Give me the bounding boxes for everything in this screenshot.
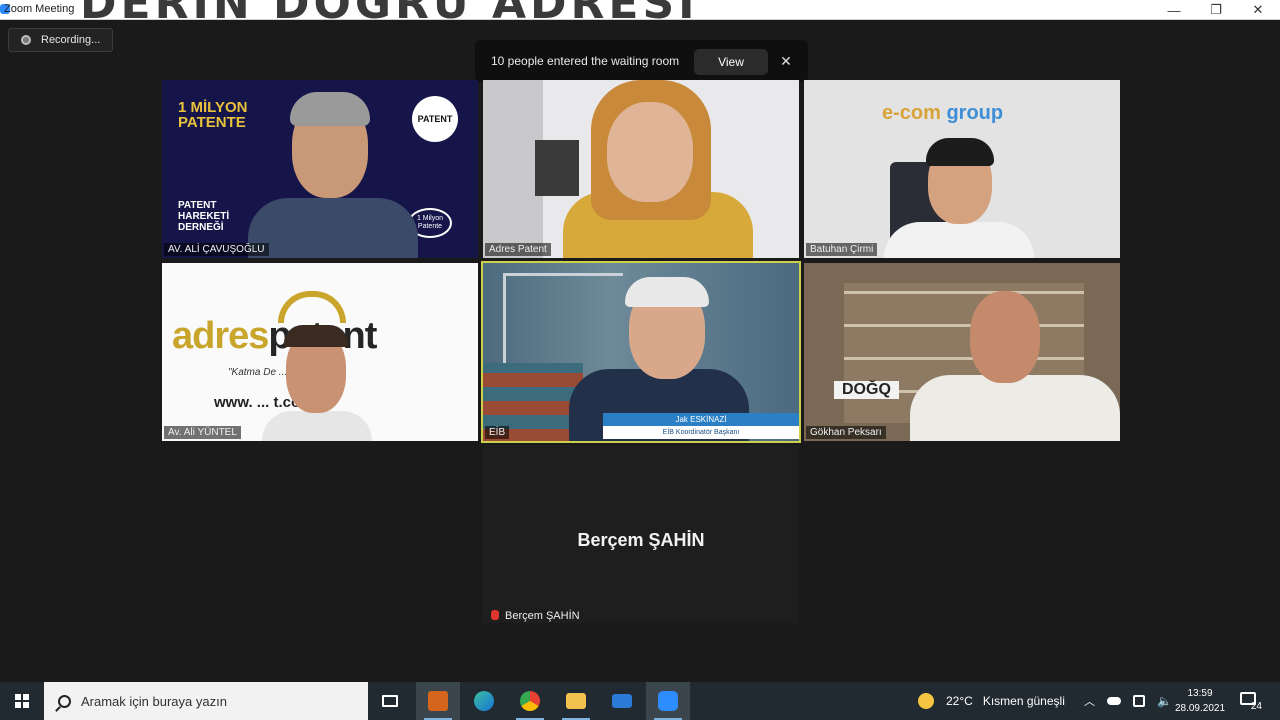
waiting-room-notification: 10 people entered the waiting room View … <box>475 40 808 82</box>
video-tile-gokhan-peksari[interactable]: DOĞQ Gökhan Peksarı <box>804 263 1120 441</box>
participant-name: Av. Ali YÜNTEL <box>164 426 241 439</box>
video-tile-eib-active-speaker[interactable]: Jak ESKİNAZİ EİB Koordinatör Başkanı EİB <box>481 261 801 443</box>
dogo-sign: DOĞQ <box>834 381 899 399</box>
windows-logo-icon <box>15 694 29 708</box>
participant-name: Adres Patent <box>485 243 551 256</box>
poster-subtitle: PATENT HAREKETİ DERNEĞİ <box>178 200 230 233</box>
notification-count: 24 <box>1250 701 1262 712</box>
waiting-room-message: 10 people entered the waiting room <box>491 54 680 68</box>
maximize-button[interactable]: ❐ <box>1194 0 1238 20</box>
record-icon <box>21 35 31 45</box>
view-waiting-room-button[interactable]: View <box>694 49 768 75</box>
video-tile-batuhan-cirmi[interactable]: e-com group Batuhan Çirmi <box>804 80 1120 258</box>
windows-taskbar: Aramak için buraya yazın 22°C Kısmen gün… <box>0 682 1280 720</box>
meeting-area: Recording... 10 people entered the waiti… <box>0 20 1280 682</box>
video-tile-ali-yuntel[interactable]: adrespatent "Katma De ... not Merkezi" w… <box>162 263 478 441</box>
caption-name: Jak ESKİNAZİ <box>603 413 799 426</box>
close-window-button[interactable]: ✕ <box>1236 0 1280 20</box>
mail-icon <box>612 694 632 708</box>
edge-icon <box>474 691 494 711</box>
video-tile-adres-patent[interactable]: Adres Patent <box>483 80 799 258</box>
window-titlebar: DERİN DOĞRU ADRESİ Zoom Meeting — ❐ ✕ <box>0 0 1280 29</box>
network-icon[interactable] <box>1133 695 1145 707</box>
notification-center-button[interactable]: 24 <box>1236 690 1262 712</box>
weather-description: Kısmen güneşli <box>982 694 1065 708</box>
minimize-button[interactable]: — <box>1152 0 1196 20</box>
outlook-icon <box>428 691 448 711</box>
cloud-icon[interactable] <box>1107 697 1121 705</box>
participant-display-name: Berçem ŞAHİN <box>577 530 705 550</box>
close-notification-icon[interactable]: ✕ <box>777 52 795 70</box>
zoom-icon <box>658 691 678 711</box>
poster-title: 1 MİLYON PATENTE <box>178 99 248 131</box>
chevron-up-icon[interactable]: ︿ <box>1084 693 1095 709</box>
folder-icon <box>566 693 586 709</box>
clock-date: 28.09.2021 <box>1174 703 1226 714</box>
start-button[interactable] <box>0 682 44 720</box>
recording-label: Recording... <box>41 34 101 46</box>
chrome-icon <box>520 691 540 711</box>
video-tile-ali-cavusoglu[interactable]: 1 MİLYON PATENTE PATENT HAREKETİ DERNEĞİ… <box>162 80 478 258</box>
participant-name: EİB <box>485 426 510 439</box>
lower-third-caption: Jak ESKİNAZİ EİB Koordinatör Başkanı <box>603 413 799 439</box>
weather-sun-icon <box>918 693 934 709</box>
task-view-button[interactable] <box>368 682 412 720</box>
chrome-taskbar-button[interactable] <box>508 682 552 720</box>
participant-name: Batuhan Çirmi <box>806 243 878 256</box>
search-placeholder: Aramak için buraya yazın <box>81 693 227 709</box>
ecom-group-logo: e-com group <box>882 102 1004 124</box>
window-title: Zoom Meeting <box>4 3 75 15</box>
taskbar-search[interactable]: Aramak için buraya yazın <box>44 682 368 720</box>
outlook-taskbar-button[interactable] <box>416 682 460 720</box>
participant-name: Gökhan Peksarı <box>806 426 886 439</box>
file-explorer-taskbar-button[interactable] <box>554 682 598 720</box>
search-icon <box>58 694 71 708</box>
weather-widget[interactable]: 22°C Kısmen güneşli <box>918 682 1065 720</box>
weather-temperature: 22°C <box>946 694 973 708</box>
edge-taskbar-button[interactable] <box>462 682 506 720</box>
video-tile-bercem-sahin[interactable]: Berçem ŞAHİN Berçem ŞAHİN <box>483 445 799 623</box>
task-view-icon <box>382 695 398 707</box>
muted-mic-icon <box>491 610 499 620</box>
clock-time: 13:59 <box>1187 688 1213 699</box>
clock[interactable]: 13:59 28.09.2021 <box>1170 686 1230 716</box>
patent-badge: PATENT <box>412 96 458 142</box>
caption-title: EİB Koordinatör Başkanı <box>662 429 740 436</box>
recording-indicator[interactable]: Recording... <box>8 28 114 52</box>
participant-name-label: Berçem ŞAHİN <box>487 609 584 623</box>
mail-taskbar-button[interactable] <box>600 682 644 720</box>
zoom-taskbar-button[interactable] <box>646 682 690 720</box>
participant-name: AV. ALİ ÇAVUŞOĞLU <box>164 243 269 256</box>
system-tray: ︿ 🔈 <box>1084 682 1172 720</box>
